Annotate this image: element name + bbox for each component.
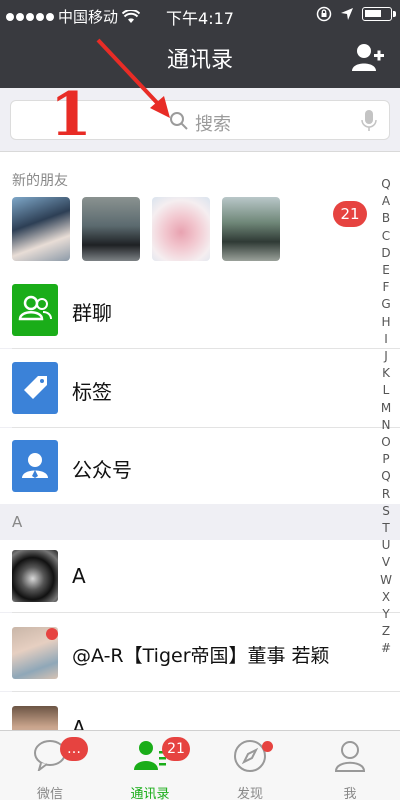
- avatar: [12, 197, 70, 261]
- index-letter[interactable]: S: [382, 503, 390, 520]
- section-letter: A: [12, 513, 23, 531]
- index-letter[interactable]: O: [381, 434, 390, 451]
- index-letter[interactable]: K: [382, 365, 390, 382]
- group-chat-label: 群聊: [72, 301, 112, 325]
- index-letter[interactable]: J: [384, 348, 388, 365]
- official-account-icon: [12, 440, 58, 492]
- status-right: [316, 6, 396, 22]
- index-letter[interactable]: H: [381, 314, 390, 331]
- index-letter[interactable]: E: [382, 262, 390, 279]
- new-friends-section[interactable]: 新的朋友 21: [0, 152, 400, 270]
- index-letter[interactable]: X: [382, 589, 390, 606]
- tags-label: 标签: [72, 380, 112, 404]
- tab-chats-badge: …: [60, 737, 88, 761]
- avatar: [12, 550, 58, 602]
- page-title: 通讯录: [166, 48, 233, 73]
- official-accounts-row[interactable]: 公众号: [0, 428, 400, 504]
- index-letter[interactable]: M: [381, 400, 391, 417]
- index-letter[interactable]: Q: [381, 468, 390, 485]
- index-letter[interactable]: V: [382, 554, 390, 571]
- new-friends-title: 新的朋友: [12, 173, 68, 189]
- group-chat-row[interactable]: 群聊: [0, 270, 400, 348]
- tab-discover-label: 发现: [236, 787, 263, 800]
- index-letter[interactable]: B: [382, 210, 390, 227]
- tab-bar: … 微信 21 通讯录 发现 我: [0, 730, 400, 800]
- tag-icon: [12, 362, 58, 414]
- rotation-lock-icon: [316, 6, 332, 22]
- index-letter[interactable]: D: [381, 245, 390, 262]
- annotation-arrow-icon: [96, 38, 170, 118]
- index-letter[interactable]: U: [382, 537, 391, 554]
- index-letter[interactable]: I: [384, 331, 388, 348]
- tab-contacts[interactable]: 21 通讯录: [100, 731, 200, 800]
- annotation-number: 1: [50, 80, 92, 150]
- tab-contacts-badge: 21: [162, 737, 190, 761]
- index-letter[interactable]: F: [383, 279, 390, 296]
- section-header-a: A: [0, 504, 400, 540]
- index-letter[interactable]: W: [380, 572, 392, 589]
- official-accounts-label: 公众号: [72, 458, 132, 482]
- status-bar: 中国移动 下午4:17: [0, 0, 400, 30]
- index-letter[interactable]: R: [382, 486, 390, 503]
- person-icon: [334, 741, 366, 772]
- index-letter[interactable]: P: [382, 451, 389, 468]
- add-friend-icon[interactable]: [352, 42, 384, 72]
- tab-chats-label: 微信: [36, 787, 63, 800]
- index-letter[interactable]: Q: [381, 176, 390, 193]
- tab-discover-dot: [262, 741, 273, 752]
- tab-chats[interactable]: … 微信: [0, 731, 100, 800]
- new-friends-avatars: [12, 197, 280, 261]
- avatar: [152, 197, 210, 261]
- index-letter[interactable]: A: [382, 193, 390, 210]
- index-letter[interactable]: L: [383, 382, 390, 399]
- unread-dot: [46, 628, 58, 640]
- index-letter[interactable]: Z: [382, 623, 390, 640]
- index-letter[interactable]: G: [381, 296, 390, 313]
- tab-contacts-label: 通讯录: [130, 787, 170, 800]
- avatar: [222, 197, 280, 261]
- search-placeholder: 搜索: [195, 114, 231, 135]
- new-friends-badge: 21: [333, 201, 367, 227]
- contact-name: @A-R【Tiger帝国】董事 若颖: [72, 645, 330, 667]
- location-icon: [341, 8, 353, 20]
- battery-icon: [362, 7, 396, 21]
- tab-discover[interactable]: 发现: [200, 731, 300, 800]
- tab-me[interactable]: 我: [300, 731, 400, 800]
- top-bar: 中国移动 下午4:17 通讯录: [0, 0, 400, 88]
- contact-row[interactable]: A: [0, 692, 400, 758]
- avatar: [82, 197, 140, 261]
- index-letter[interactable]: N: [382, 417, 391, 434]
- group-chat-icon: [12, 284, 58, 336]
- alphabet-index[interactable]: Q A B C D E F G H I J K L M N O P Q R S T U V W X Y Z #: [375, 176, 397, 658]
- tab-me-label: 我: [343, 787, 357, 800]
- contact-row[interactable]: @A-R【Tiger帝国】董事 若颖: [0, 613, 400, 691]
- contacts-screen: 中国移动 下午4:17 通讯录 搜索 新的朋友 21 群聊 标签 公众号 A A…: [0, 0, 400, 800]
- tags-row[interactable]: 标签: [0, 349, 400, 427]
- contact-name: A: [72, 564, 86, 588]
- contact-row[interactable]: A: [0, 540, 400, 612]
- index-letter[interactable]: T: [382, 520, 389, 537]
- index-letter[interactable]: Y: [382, 606, 389, 623]
- index-letter[interactable]: #: [381, 640, 391, 657]
- index-letter[interactable]: C: [382, 228, 390, 245]
- microphone-icon[interactable]: [361, 109, 377, 133]
